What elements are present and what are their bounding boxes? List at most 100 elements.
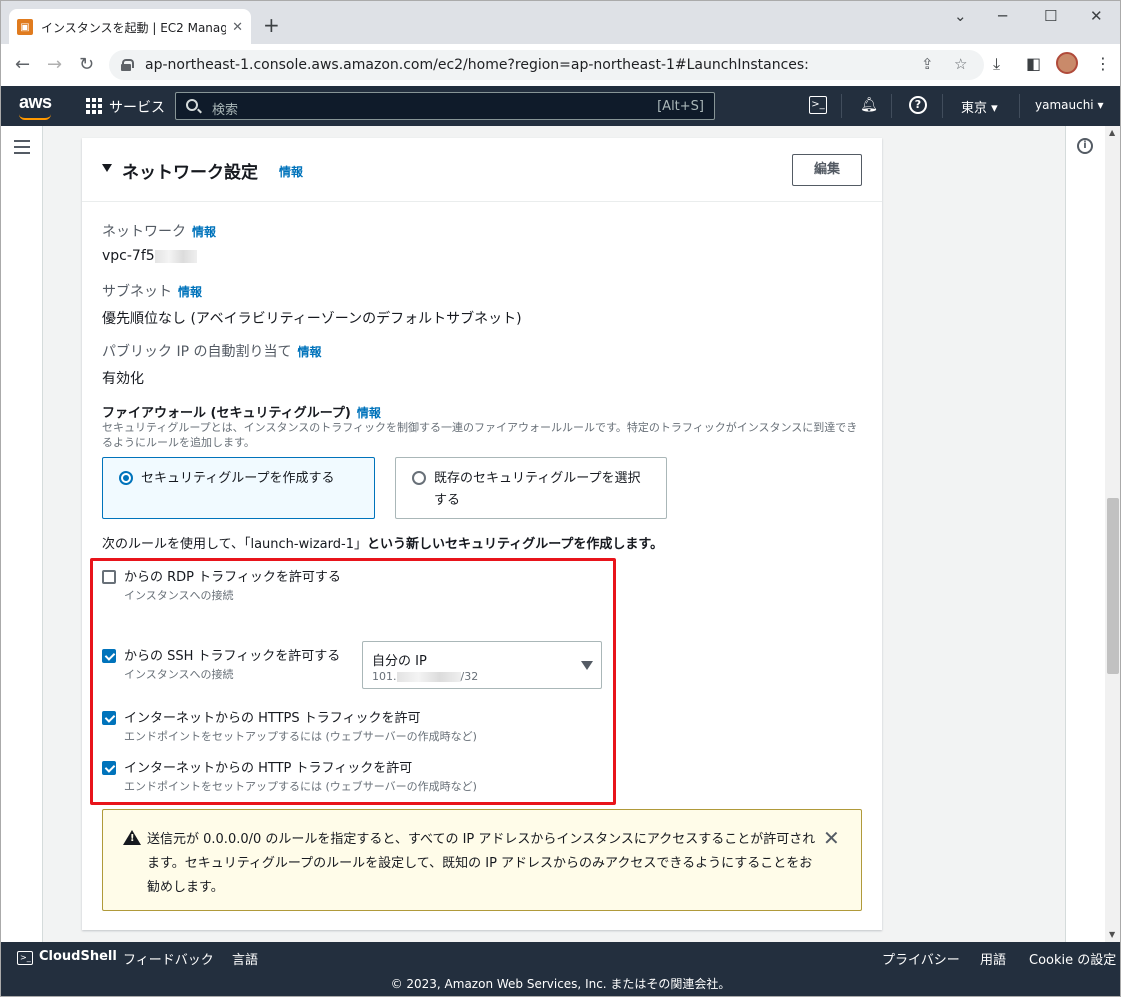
search-placeholder: 検索 <box>212 103 239 118</box>
redacted-block <box>154 249 197 263</box>
subnet-label-text: サブネット <box>102 284 172 300</box>
source-ip-suffix: /32 <box>460 670 479 683</box>
divider <box>1019 94 1020 118</box>
tab-close-icon[interactable]: ✕ <box>232 20 243 35</box>
create-security-group-option[interactable]: セキュリティグループを作成する <box>102 457 375 519</box>
aws-top-nav: aws サービス 検索 [Alt+S] >_ 🔔︎ ? 東京 ▾ yamauch… <box>0 86 1121 126</box>
panel-title: ネットワーク設定 <box>122 163 258 183</box>
aws-logo[interactable]: aws <box>19 92 52 113</box>
language-link[interactable]: 言語 <box>232 949 258 968</box>
tab-search-icon[interactable]: ⌄ <box>954 7 967 25</box>
browser-tab[interactable]: ▣ インスタンスを起動 | EC2 Management ✕ <box>9 9 251 45</box>
cloudshell-icon[interactable]: >_ <box>17 951 33 965</box>
warning-alert: 送信元が 0.0.0.0/0 のルールを指定すると、すべての IP アドレスから… <box>102 809 862 911</box>
cloudshell-link[interactable]: CloudShell <box>39 949 117 964</box>
vpc-id: vpc-7f5 <box>102 248 155 264</box>
bookmark-star-icon[interactable]: ☆ <box>954 55 967 73</box>
reload-icon[interactable]: ↻ <box>79 54 94 75</box>
back-icon[interactable]: ← <box>15 54 30 75</box>
rule-label: インターネットからの HTTPS トラフィックを許可 <box>124 711 421 726</box>
rules-note-prefix: 次のルールを使用して、「launch-wizard-1」 <box>102 537 367 552</box>
right-tools-rail: i <box>1065 126 1105 942</box>
browser-tab-bar: ▣ インスタンスを起動 | EC2 Management ✕ + ⌄ ─ ☐ ✕ <box>0 0 1121 45</box>
left-nav-rail <box>1 126 43 942</box>
scroll-down-icon[interactable]: ▼ <box>1109 930 1115 939</box>
services-grid-icon[interactable] <box>86 98 102 114</box>
menu-kebab-icon[interactable]: ⋮ <box>1095 54 1111 73</box>
divider <box>841 94 842 118</box>
collapse-caret-icon[interactable] <box>102 164 112 172</box>
info-link[interactable]: 情報 <box>279 163 303 180</box>
region-selector[interactable]: 東京 ▾ <box>961 97 998 116</box>
rdp-checkbox[interactable] <box>102 570 116 584</box>
http-checkbox[interactable] <box>102 761 116 775</box>
lock-icon <box>121 59 134 71</box>
aws-favicon-icon: ▣ <box>17 19 33 35</box>
source-ip: 101. /32 <box>372 670 478 683</box>
scrollbar[interactable]: ▲ ▼ <box>1105 126 1120 942</box>
option-existing-label: 既存のセキュリティグループを選択する <box>434 471 641 508</box>
panel-header: ネットワーク設定 情報 編集 <box>82 138 882 202</box>
close-icon[interactable]: ✕ <box>823 826 840 850</box>
info-link[interactable]: 情報 <box>192 225 216 239</box>
console-content: ネットワーク設定 情報 編集 ネットワーク 情報 vpc-7f5 サブネット 情報 … <box>0 126 1121 942</box>
hamburger-menu-icon[interactable] <box>14 140 30 158</box>
info-link[interactable]: 情報 <box>178 285 202 299</box>
rule-http: インターネットからの HTTP トラフィックを許可 エンドポイントをセットアップ… <box>102 758 622 794</box>
network-label-text: ネットワーク <box>102 224 186 240</box>
search-input[interactable]: 検索 [Alt+S] <box>175 92 715 120</box>
ssh-source-select[interactable]: 自分の IP 101. /32 <box>362 641 602 689</box>
network-label: ネットワーク 情報 <box>102 221 216 241</box>
cookie-settings-link[interactable]: Cookie の設定 <box>1029 949 1116 968</box>
dropdown-arrow-icon[interactable] <box>581 661 593 670</box>
divider <box>891 94 892 118</box>
edit-button[interactable]: 編集 <box>792 154 862 186</box>
rule-sub: エンドポイントをセットアップするには (ウェブサーバーの作成時など) <box>124 730 477 743</box>
https-checkbox[interactable] <box>102 711 116 725</box>
public-ip-label: パブリック IP の自動割り当て 情報 <box>102 341 322 361</box>
network-settings-panel: ネットワーク設定 情報 編集 ネットワーク 情報 vpc-7f5 サブネット 情報 … <box>82 138 882 930</box>
info-icon[interactable]: i <box>1077 138 1093 154</box>
tab-title: インスタンスを起動 | EC2 Management <box>41 20 227 35</box>
privacy-link[interactable]: プライバシー <box>882 949 960 968</box>
download-icon[interactable]: ⤓ <box>993 54 1000 74</box>
account-menu[interactable]: yamauchi ▾ <box>1035 98 1103 112</box>
rule-sub: エンドポイントをセットアップするには (ウェブサーバーの作成時など) <box>124 780 477 793</box>
scroll-up-icon[interactable]: ▲ <box>1109 128 1115 137</box>
new-tab-button[interactable]: + <box>263 13 280 37</box>
forward-icon[interactable]: → <box>47 54 62 75</box>
side-panel-icon[interactable]: ◧ <box>1026 54 1041 73</box>
cloudshell-icon[interactable]: >_ <box>809 96 827 114</box>
help-icon[interactable]: ? <box>909 96 927 114</box>
profile-avatar[interactable] <box>1056 52 1078 74</box>
address-bar-row: ← → ↻ ap-northeast-1.console.aws.amazon.… <box>0 44 1121 86</box>
rule-rdp: からの RDP トラフィックを許可する インスタンスへの接続 <box>102 567 362 603</box>
radio-selected-icon[interactable] <box>119 471 133 485</box>
services-menu[interactable]: サービス <box>109 97 165 117</box>
firewall-title-text: ファイアウォール (セキュリティグループ) <box>102 406 351 421</box>
minimize-button[interactable]: ─ <box>998 7 1007 25</box>
aws-footer: >_ CloudShell フィードバック 言語 プライバシー 用語 Cooki… <box>0 942 1121 997</box>
share-icon[interactable]: ⇪ <box>921 55 934 73</box>
maximize-button[interactable]: ☐ <box>1044 7 1057 25</box>
existing-security-group-option[interactable]: 既存のセキュリティグループを選択する <box>395 457 667 519</box>
ssh-checkbox[interactable] <box>102 649 116 663</box>
aws-logo-smile-icon <box>19 114 51 120</box>
terms-link[interactable]: 用語 <box>980 949 1006 968</box>
notifications-bell-icon[interactable]: 🔔︎ <box>860 96 878 114</box>
close-window-button[interactable]: ✕ <box>1090 7 1103 25</box>
search-shortcut: [Alt+S] <box>657 99 704 114</box>
url-field[interactable]: ap-northeast-1.console.aws.amazon.com/ec… <box>109 50 984 80</box>
public-ip-label-text: パブリック IP の自動割り当て <box>102 344 292 360</box>
warning-text: 送信元が 0.0.0.0/0 のルールを指定すると、すべての IP アドレスから… <box>147 832 816 895</box>
scrollbar-thumb[interactable] <box>1107 498 1119 674</box>
rule-label: からの SSH トラフィックを許可する <box>124 649 341 664</box>
feedback-link[interactable]: フィードバック <box>123 949 214 968</box>
info-link[interactable]: 情報 <box>357 406 381 420</box>
option-create-label: セキュリティグループを作成する <box>141 471 335 486</box>
info-link[interactable]: 情報 <box>297 345 321 359</box>
warning-icon <box>123 830 141 845</box>
rule-sub: インスタンスへの接続 <box>124 668 234 681</box>
radio-unselected-icon[interactable] <box>412 471 426 485</box>
subnet-value: 優先順位なし (アベイラビリティーゾーンのデフォルトサブネット) <box>102 311 522 327</box>
